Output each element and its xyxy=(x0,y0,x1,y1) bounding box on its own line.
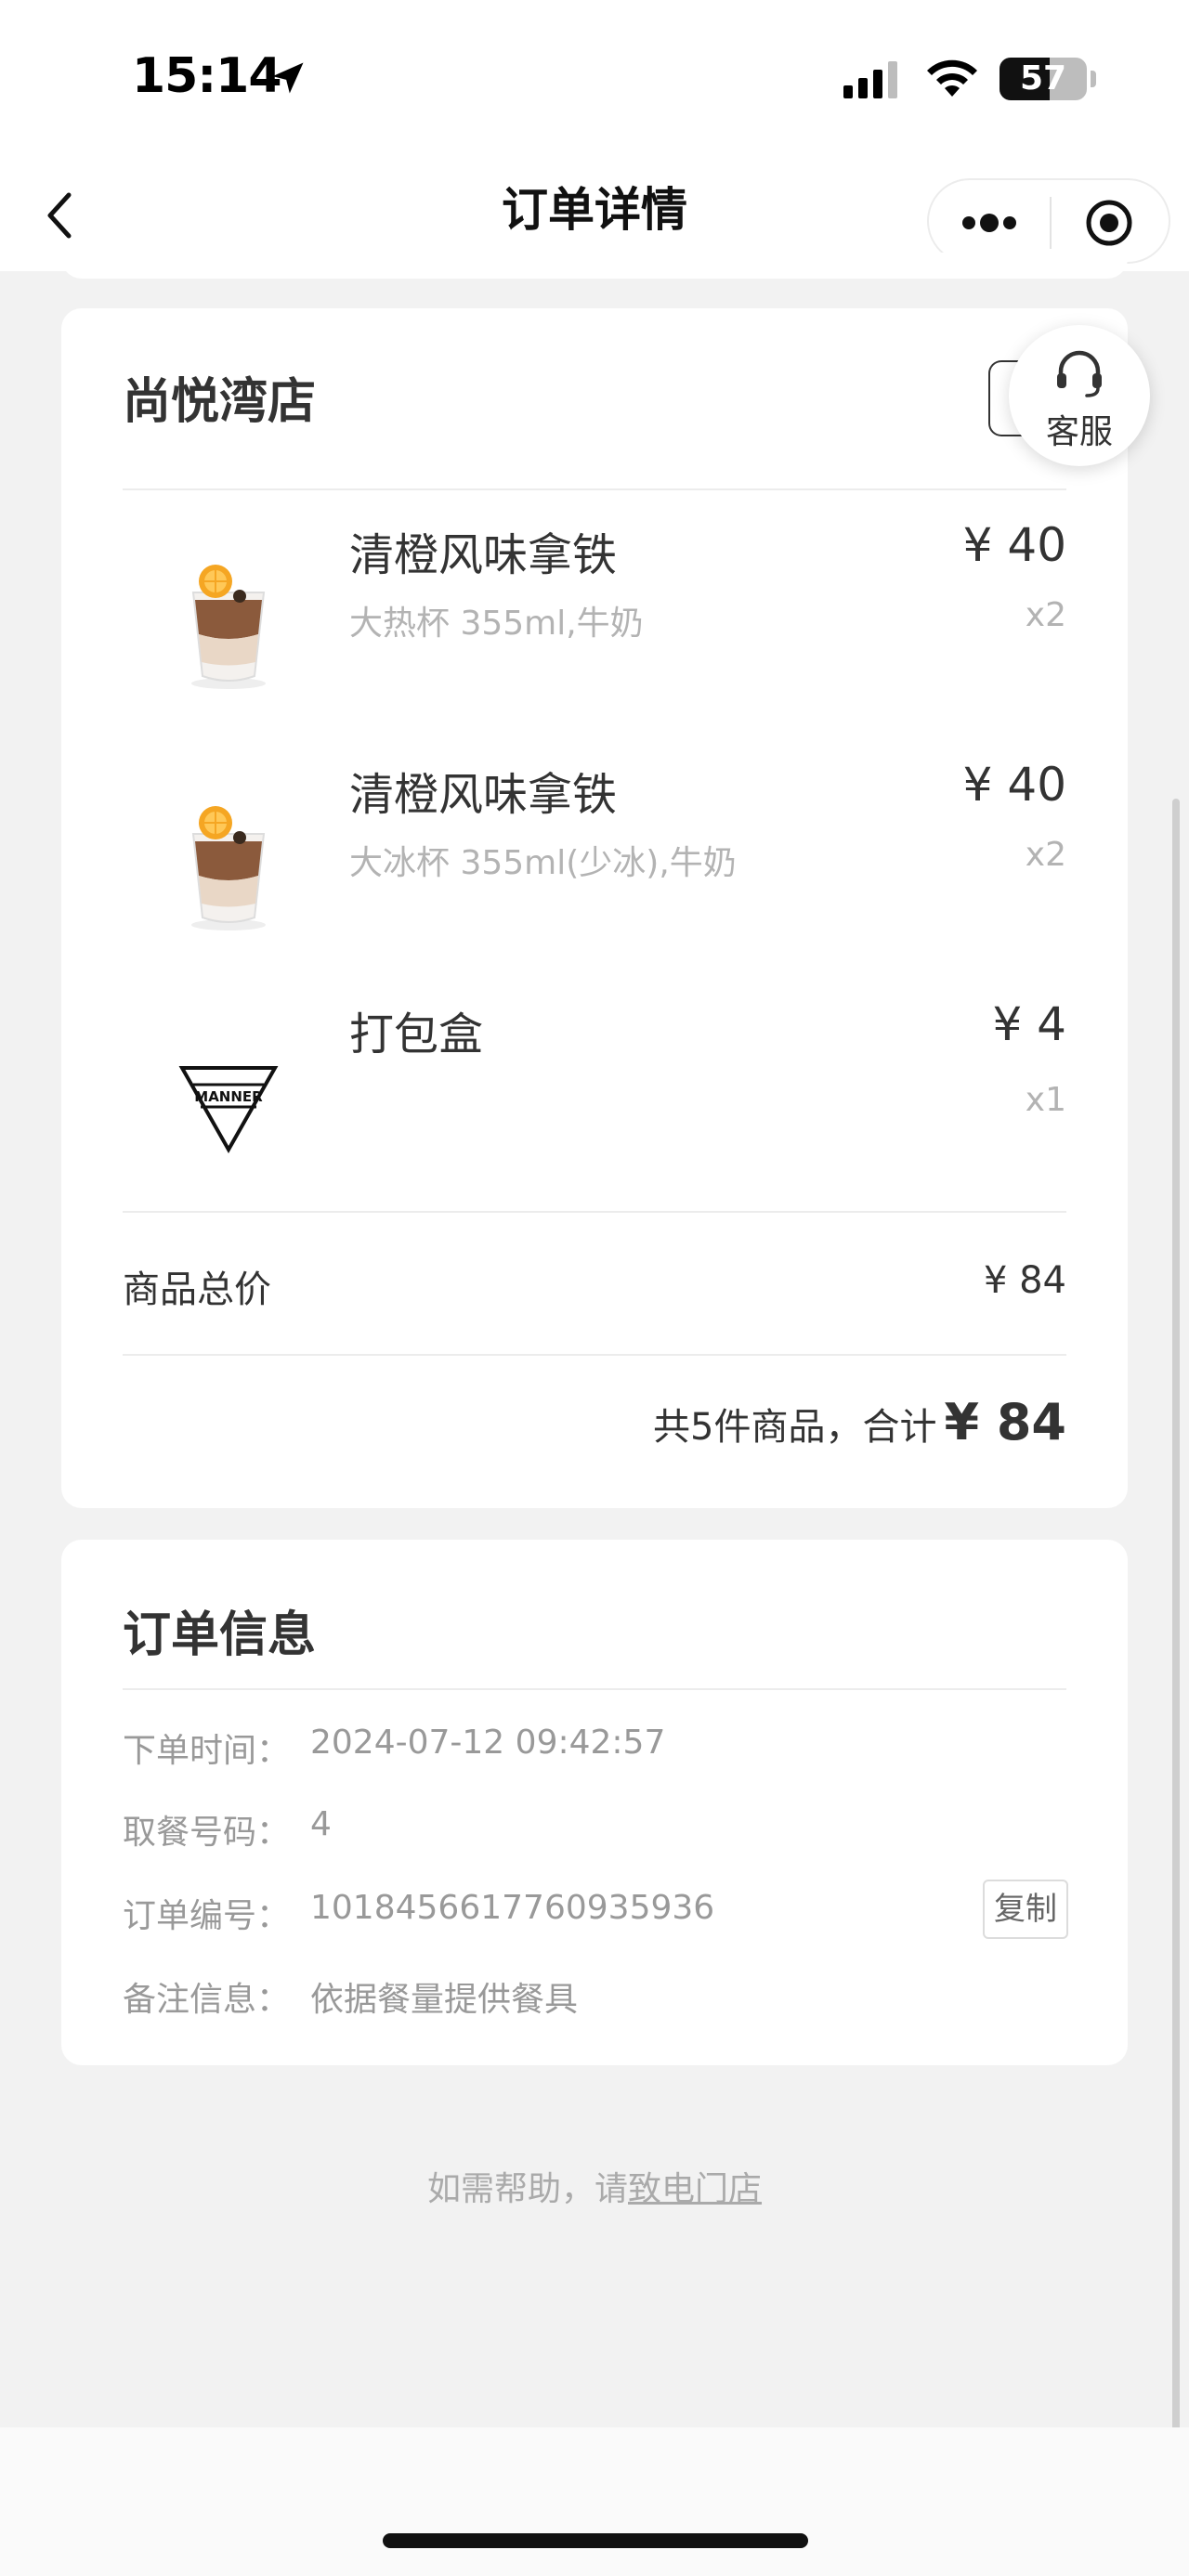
divider xyxy=(123,488,1066,490)
previous-card-edge xyxy=(61,253,1128,279)
item-name: 清橙风味拿铁 xyxy=(349,769,618,821)
order-number-row: 订单编号： 1018456617760935936 xyxy=(123,1889,714,1937)
info-label: 取餐号码： xyxy=(123,1814,291,1852)
item-quantity: x1 xyxy=(1025,1081,1066,1119)
battery-icon: 57 xyxy=(1000,58,1087,100)
order-time-row: 下单时间： 2024-07-12 09:42:57 xyxy=(123,1724,665,1772)
manner-logo-text: MANNER xyxy=(194,1088,263,1105)
home-indicator[interactable] xyxy=(383,2533,808,2548)
battery-percent: 57 xyxy=(1019,59,1067,98)
subtotal-label: 商品总价 xyxy=(123,1268,271,1311)
order-info-title: 订单信息 xyxy=(123,1607,317,1663)
back-arrow-icon[interactable] xyxy=(37,178,84,253)
info-label: 备注信息： xyxy=(123,1981,291,2019)
status-time: 15:14 xyxy=(132,48,282,104)
call-store-link[interactable]: 致电门店 xyxy=(628,2170,762,2208)
item-spec: 大热杯 355ml,牛奶 xyxy=(349,605,644,643)
close-target-icon[interactable] xyxy=(1083,197,1135,249)
order-time-value: 2024-07-12 09:42:57 xyxy=(310,1724,666,1762)
item-name: 清橙风味拿铁 xyxy=(349,529,618,581)
capsule-divider xyxy=(1050,197,1052,249)
item-price: ¥ 40 xyxy=(962,518,1066,572)
pickup-number-row: 取餐号码： 4 xyxy=(123,1805,332,1854)
order-items-card: 尚悦湾店 清橙风味拿铁 大热杯 355ml,牛奶 ¥ 40 x2 清橙风味拿铁 … xyxy=(61,308,1128,1508)
total-prefix: 共5件商品，合计 xyxy=(653,1406,937,1449)
order-info-card: 订单信息 下单时间： 2024-07-12 09:42:57 取餐号码： 4 订… xyxy=(61,1540,1128,2065)
manner-logo-image: MANNER xyxy=(178,1066,279,1154)
remarks-row: 备注信息： 依据餐量提供餐具 xyxy=(123,1972,578,2021)
headset-icon xyxy=(1057,350,1102,397)
item-price: ¥ 4 xyxy=(992,997,1066,1051)
help-text: 如需帮助，请致电门店 xyxy=(0,2162,1189,2210)
latte-cup-image xyxy=(191,806,266,930)
status-bar: 15:14 57 xyxy=(0,0,1189,158)
wifi-icon xyxy=(927,59,977,97)
copy-order-number-button[interactable]: 复制 xyxy=(983,1880,1068,1939)
info-label: 订单编号： xyxy=(123,1897,291,1935)
item-spec: 大冰杯 355ml(少冰),牛奶 xyxy=(349,844,737,882)
divider xyxy=(123,1688,1066,1690)
bottom-safe-area xyxy=(0,2427,1189,2576)
cellular-signal-icon xyxy=(843,61,897,98)
divider xyxy=(123,1354,1066,1356)
item-quantity: x2 xyxy=(1025,836,1066,874)
more-dots-icon[interactable] xyxy=(957,197,1022,249)
item-name: 打包盒 xyxy=(349,1008,484,1060)
battery-cap xyxy=(1091,71,1096,87)
divider xyxy=(123,1211,1066,1213)
customer-service-button[interactable]: 客服 xyxy=(1009,325,1150,466)
latte-cup-image xyxy=(191,565,266,689)
remarks-value: 依据餐量提供餐具 xyxy=(310,1981,579,2019)
subtotal-value: ¥ 84 xyxy=(983,1259,1066,1302)
mini-program-capsule xyxy=(927,178,1170,264)
order-total: 共5件商品，合计 ¥ 84 xyxy=(653,1393,1066,1451)
total-amount: ¥ 84 xyxy=(944,1393,1066,1451)
order-number-value: 1018456617760935936 xyxy=(310,1889,715,1927)
customer-service-label: 客服 xyxy=(1045,413,1113,451)
help-prefix: 如需帮助，请 xyxy=(426,2170,628,2208)
item-price: ¥ 40 xyxy=(962,758,1066,812)
location-arrow-icon xyxy=(272,62,304,94)
store-name: 尚悦湾店 xyxy=(123,374,317,430)
scrollbar[interactable] xyxy=(1172,799,1180,2433)
item-quantity: x2 xyxy=(1025,596,1066,634)
info-label: 下单时间： xyxy=(123,1732,291,1770)
pickup-number-value: 4 xyxy=(310,1805,332,1843)
